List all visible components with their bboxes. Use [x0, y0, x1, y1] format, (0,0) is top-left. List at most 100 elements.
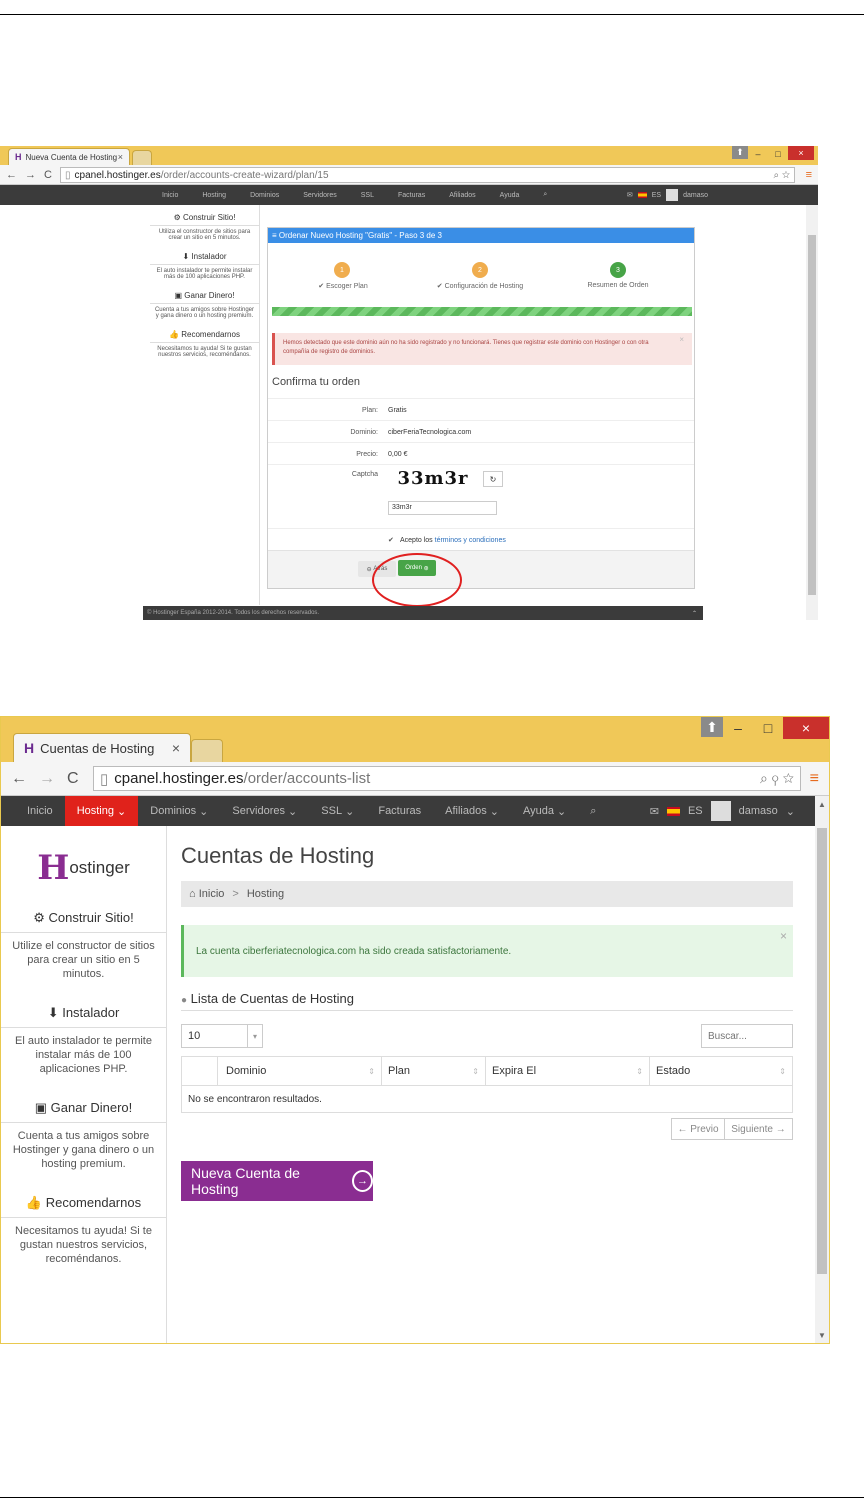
back-arrow-icon[interactable]: ← — [6, 169, 17, 181]
alert-close-icon[interactable]: × — [780, 929, 787, 943]
nav-ssl[interactable]: SSL ⌄ — [309, 796, 366, 826]
close-tab-icon[interactable]: × — [172, 740, 180, 756]
nav-hosting[interactable]: Hosting — [190, 185, 238, 205]
sidebar-section-builder[interactable]: ⚙ Construir Sitio! Utilize el constructo… — [1, 910, 166, 987]
sidebar-desc-recommend: Necesitamos tu ayuda! Si te gustan nuest… — [150, 342, 259, 361]
avatar[interactable] — [710, 801, 731, 821]
table-header-dominio[interactable]: Dominio ⇕ — [218, 1057, 382, 1085]
zoom-star-icons[interactable]: ⌕ ⚲ ☆ — [760, 770, 794, 787]
scroll-top-icon[interactable]: ⌃ — [692, 610, 697, 617]
breadcrumb-inicio[interactable]: Inicio — [199, 888, 225, 900]
breadcrumb-hosting[interactable]: Hosting — [247, 888, 284, 900]
nav-facturas[interactable]: Facturas — [366, 796, 433, 826]
table-header-plan[interactable]: Plan ⇕ — [382, 1057, 486, 1085]
refresh-captcha-icon[interactable]: ↻ — [483, 471, 503, 487]
new-tab-button[interactable] — [132, 150, 152, 165]
nav-dominios[interactable]: Dominios ⌄ — [138, 796, 220, 826]
breadcrumb: ⌂ Inicio > Hosting — [181, 881, 793, 907]
scroll-up-icon[interactable]: ▲ — [815, 800, 829, 809]
sidebar-desc-installer: El auto instalador te permite instalar m… — [150, 264, 259, 283]
reload-icon[interactable]: C — [67, 770, 79, 788]
nav-servidores[interactable]: Servidores — [291, 185, 348, 205]
browser-tab[interactable]: H Cuentas de Hosting × — [13, 733, 191, 762]
nav-inicio[interactable]: Inicio — [150, 185, 190, 205]
close-window-button[interactable]: × — [788, 146, 814, 160]
minimize-button[interactable]: – — [748, 146, 768, 161]
step-3-circle: 3 — [610, 262, 626, 278]
nav-ayuda[interactable]: Ayuda ⌄ — [511, 796, 578, 826]
sidebar-section-recommend[interactable]: 👍 Recomendarnos Necesitamos tu ayuda! Si… — [1, 1195, 166, 1272]
forward-arrow-icon[interactable]: → — [39, 770, 55, 788]
browser-menu-icon[interactable]: ≡ — [810, 770, 819, 788]
new-account-button[interactable]: Nueva Cuenta de Hosting → — [181, 1161, 373, 1201]
scrollbar[interactable] — [806, 205, 818, 620]
search-icon[interactable]: ⌕ — [578, 796, 608, 826]
sidebar-section-installer[interactable]: ⬇ Instalador El auto instalador te permi… — [150, 252, 259, 283]
hostinger-favicon-icon: H — [15, 152, 22, 162]
nav-afiliados[interactable]: Afiliados — [437, 185, 487, 205]
sidebar-title-installer: ⬇ Instalador — [182, 252, 227, 261]
search-input[interactable] — [701, 1024, 793, 1048]
maximize-button[interactable]: □ — [768, 146, 788, 161]
browser-tab[interactable]: H Nueva Cuenta de Hosting × — [8, 148, 130, 165]
back-arrow-icon[interactable]: ← — [11, 770, 27, 788]
url-input[interactable]: ▯ cpanel.hostinger.es/order/accounts-cre… — [60, 167, 795, 183]
username[interactable]: damaso — [683, 192, 708, 199]
sidebar-section-builder[interactable]: ⚙ Construir Sitio! Utiliza el constructo… — [150, 213, 259, 244]
nav-facturas[interactable]: Facturas — [386, 185, 437, 205]
sidebar-desc-money: Cuenta a tus amigos sobre Hostinger y ga… — [1, 1122, 166, 1177]
sidebar-section-money[interactable]: ▣ Ganar Dinero! Cuenta a tus amigos sobr… — [150, 291, 259, 322]
mail-icon[interactable]: ✉ — [650, 805, 659, 818]
search-icon[interactable]: ⌕ — [531, 185, 559, 205]
step-2-label: ✔ Configuración de Hosting — [436, 283, 524, 290]
reload-icon[interactable]: C — [44, 169, 52, 181]
nav-dominios[interactable]: Dominios — [238, 185, 291, 205]
url-input[interactable]: ▯ cpanel.hostinger.es/order/accounts-lis… — [93, 766, 801, 791]
close-tab-icon[interactable]: × — [118, 152, 123, 162]
table-header-expira[interactable]: Expira El ⇕ — [486, 1057, 650, 1085]
top-navbar: Inicio Hosting Dominios Servidores SSL F… — [0, 185, 818, 205]
minimize-button[interactable]: – — [723, 717, 753, 739]
profile-icon[interactable]: ⬆ — [732, 146, 748, 159]
forward-arrow-icon[interactable]: → — [25, 169, 36, 181]
logo-text: ostinger — [69, 858, 130, 877]
sidebar-section-recommend[interactable]: 👍 Recomendarnos Necesitamos tu ayuda! Si… — [150, 330, 259, 361]
nav-servidores[interactable]: Servidores ⌄ — [220, 796, 309, 826]
scroll-down-icon[interactable]: ▼ — [815, 1331, 829, 1340]
username[interactable]: damaso — [739, 805, 778, 817]
page-top-rule — [0, 14, 864, 15]
scrollbar-thumb[interactable] — [817, 828, 827, 1274]
profile-icon[interactable]: ⬆ — [701, 717, 723, 737]
sidebar-section-installer[interactable]: ⬇ Instalador El auto instalador te permi… — [1, 1005, 166, 1082]
sidebar-section-money[interactable]: ▣ Ganar Dinero! Cuenta a tus amigos sobr… — [1, 1100, 166, 1177]
prev-button[interactable]: ← Previo — [671, 1118, 725, 1140]
nav-ssl[interactable]: SSL — [349, 185, 386, 205]
language-selector[interactable]: ES — [688, 805, 703, 817]
avatar[interactable] — [666, 189, 679, 201]
table-header-estado[interactable]: Estado ⇕ — [650, 1057, 792, 1085]
browser-menu-icon[interactable]: ≡ — [806, 169, 812, 181]
close-window-button[interactable]: × — [783, 717, 829, 739]
alert-close-icon[interactable]: × — [679, 335, 684, 344]
next-button[interactable]: Siguiente → — [725, 1118, 793, 1140]
zoom-star-icons[interactable]: ⌕ ☆ — [773, 170, 790, 181]
language-selector[interactable]: ES — [652, 192, 661, 199]
sort-icon: ⇕ — [472, 1066, 479, 1076]
page-size-select[interactable]: 10 ▾ — [181, 1024, 263, 1048]
terms-link[interactable]: términos y condiciones — [435, 537, 506, 544]
nav-inicio[interactable]: Inicio — [15, 796, 65, 826]
nav-hosting[interactable]: Hosting ⌄ — [64, 796, 139, 826]
sidebar-desc-money: Cuenta a tus amigos sobre Hostinger y ga… — [150, 303, 259, 322]
terms-checkbox[interactable]: ✔ — [388, 536, 394, 544]
scrollbar-thumb[interactable] — [808, 235, 816, 595]
scrollbar[interactable]: ▲ ▼ — [815, 796, 829, 1343]
maximize-button[interactable]: □ — [753, 717, 783, 739]
hostinger-logo[interactable]: H ostinger — [1, 848, 166, 888]
step-1-label: ✔ Escoger Plan — [318, 283, 368, 290]
new-tab-button[interactable] — [191, 739, 223, 762]
captcha-input[interactable]: 33m3r — [388, 501, 497, 515]
chevron-down-icon[interactable]: ⌄ — [786, 805, 795, 818]
nav-afiliados[interactable]: Afiliados ⌄ — [433, 796, 511, 826]
mail-icon[interactable]: ✉ — [627, 191, 633, 199]
nav-ayuda[interactable]: Ayuda — [488, 185, 532, 205]
